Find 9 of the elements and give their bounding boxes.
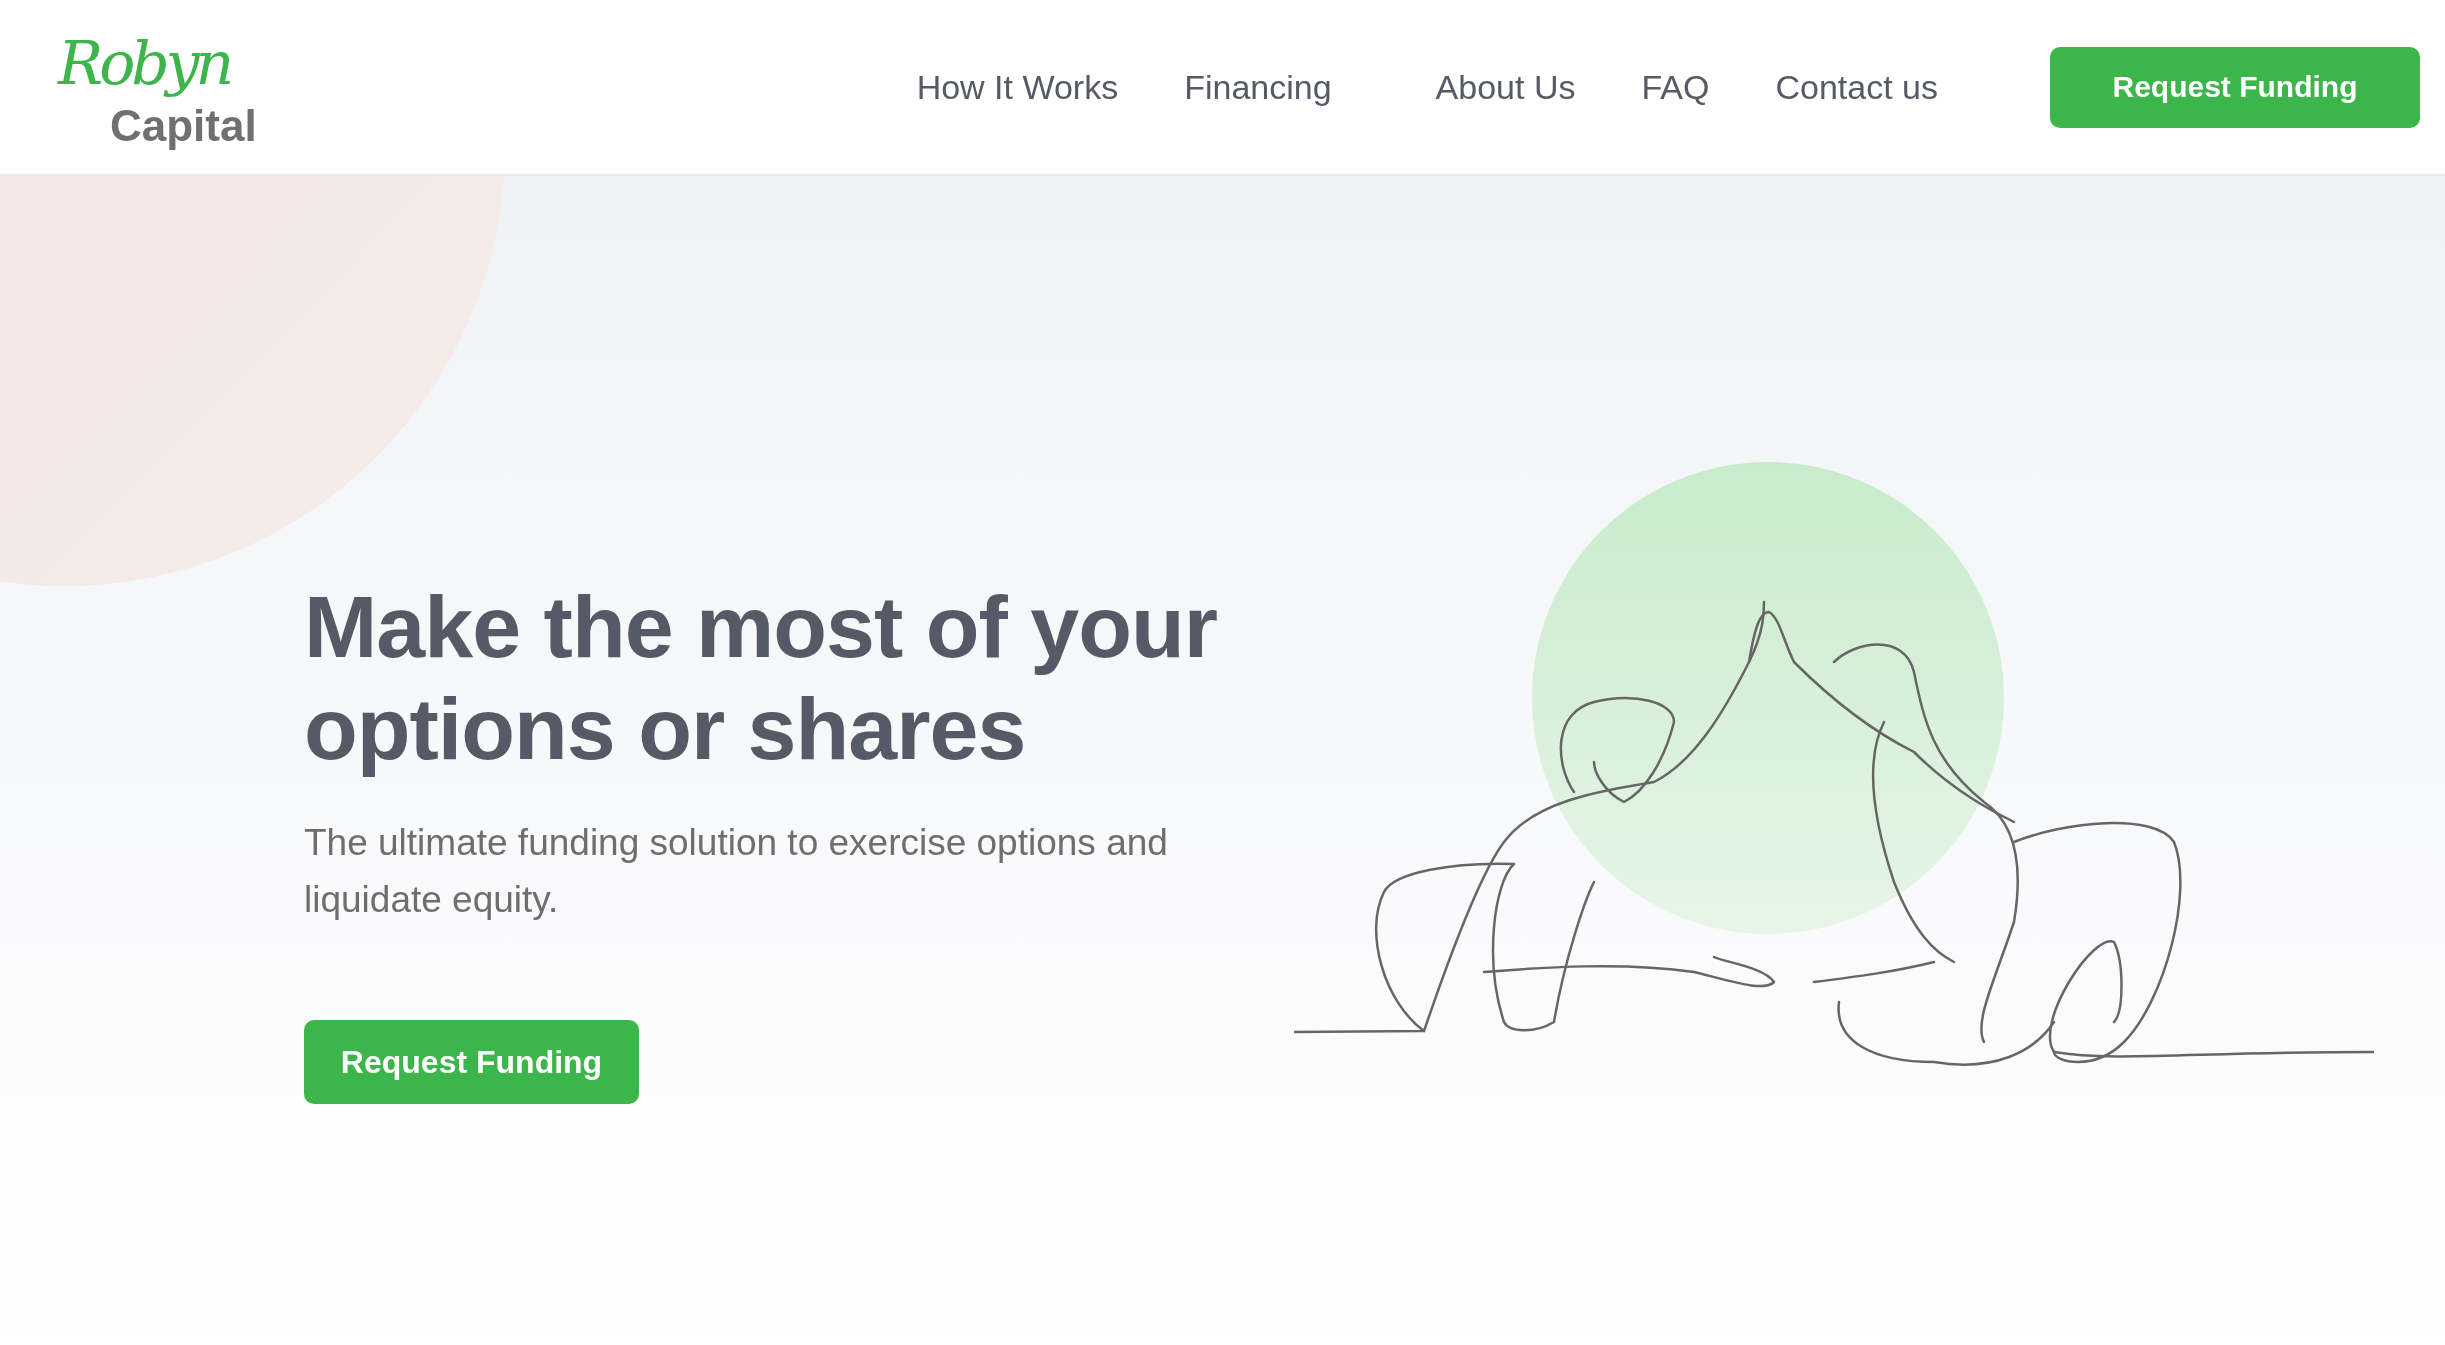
nav-link[interactable]: Financing — [1184, 67, 1332, 107]
hero-headline: Make the most of your options or shares — [304, 576, 1218, 780]
nav-link[interactable]: How It Works — [916, 67, 1119, 107]
hero-subtitle: The ultimate funding solution to exercise options and liquidate equity. — [304, 821, 1169, 922]
nav-link[interactable]: Contact us — [1775, 67, 1938, 107]
nav-link[interactable]: FAQ — [1641, 67, 1710, 107]
nav-link[interactable]: About Us — [1435, 67, 1576, 107]
logo-wordmark: Capital — [110, 102, 257, 150]
logo-script: Robyn — [58, 27, 231, 100]
